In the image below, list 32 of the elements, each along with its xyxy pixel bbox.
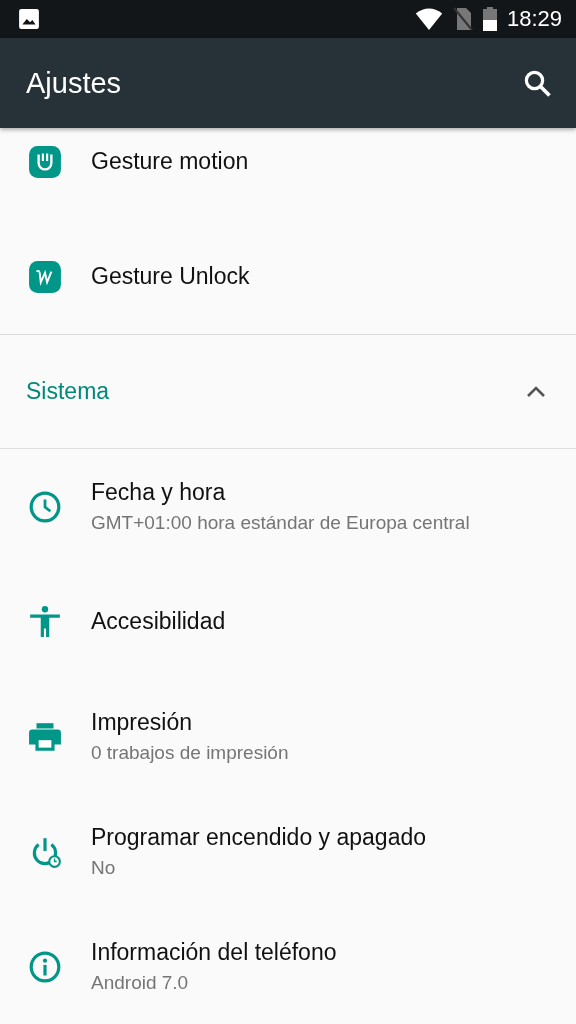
item-summary: Android 7.0 <box>91 972 190 994</box>
item-summary: GMT+01:00 hora estándar de Europa central <box>91 512 470 534</box>
wifi-icon <box>414 8 443 30</box>
item-title: Información del teléfono <box>91 939 337 966</box>
settings-item[interactable]: Gesture Unlock <box>0 219 576 334</box>
script-w-icon <box>28 259 62 294</box>
settings-item[interactable]: Gesture motion <box>0 128 576 219</box>
item-title: Programar encendido y apagado <box>91 824 426 851</box>
image-icon <box>18 8 40 30</box>
settings-item[interactable]: Accesibilidad <box>0 564 576 679</box>
item-title: Gesture Unlock <box>91 263 250 290</box>
settings-item[interactable]: Fecha y hora GMT+01:00 hora estándar de Europa central <box>0 449 576 564</box>
settings-item[interactable]: Información del teléfono Android 7.0 <box>0 909 576 1024</box>
battery-icon <box>482 7 497 31</box>
item-title: Fecha y hora <box>91 479 227 506</box>
item-title: Impresión <box>91 709 193 736</box>
info-icon <box>28 949 62 984</box>
no-sim-icon <box>452 7 473 31</box>
item-summary: No <box>91 857 117 879</box>
settings-item[interactable]: Impresión 0 trabajos de impresión <box>0 679 576 794</box>
clock-time: 18:29 <box>506 6 562 32</box>
item-title: Accesibilidad <box>91 608 226 635</box>
item-title: Gesture motion <box>91 148 249 175</box>
accessibility-icon <box>28 604 62 639</box>
clock-icon <box>28 489 62 524</box>
screen-title: Ajustes <box>26 66 123 100</box>
settings-item[interactable]: Programar encendido y apagado No <box>0 794 576 909</box>
search-icon[interactable] <box>522 68 552 98</box>
hand-icon <box>28 144 62 179</box>
item-summary: 0 trabajos de impresión <box>91 742 289 764</box>
chevron-up-icon[interactable] <box>526 385 546 398</box>
section-header: Sistema <box>26 378 111 405</box>
